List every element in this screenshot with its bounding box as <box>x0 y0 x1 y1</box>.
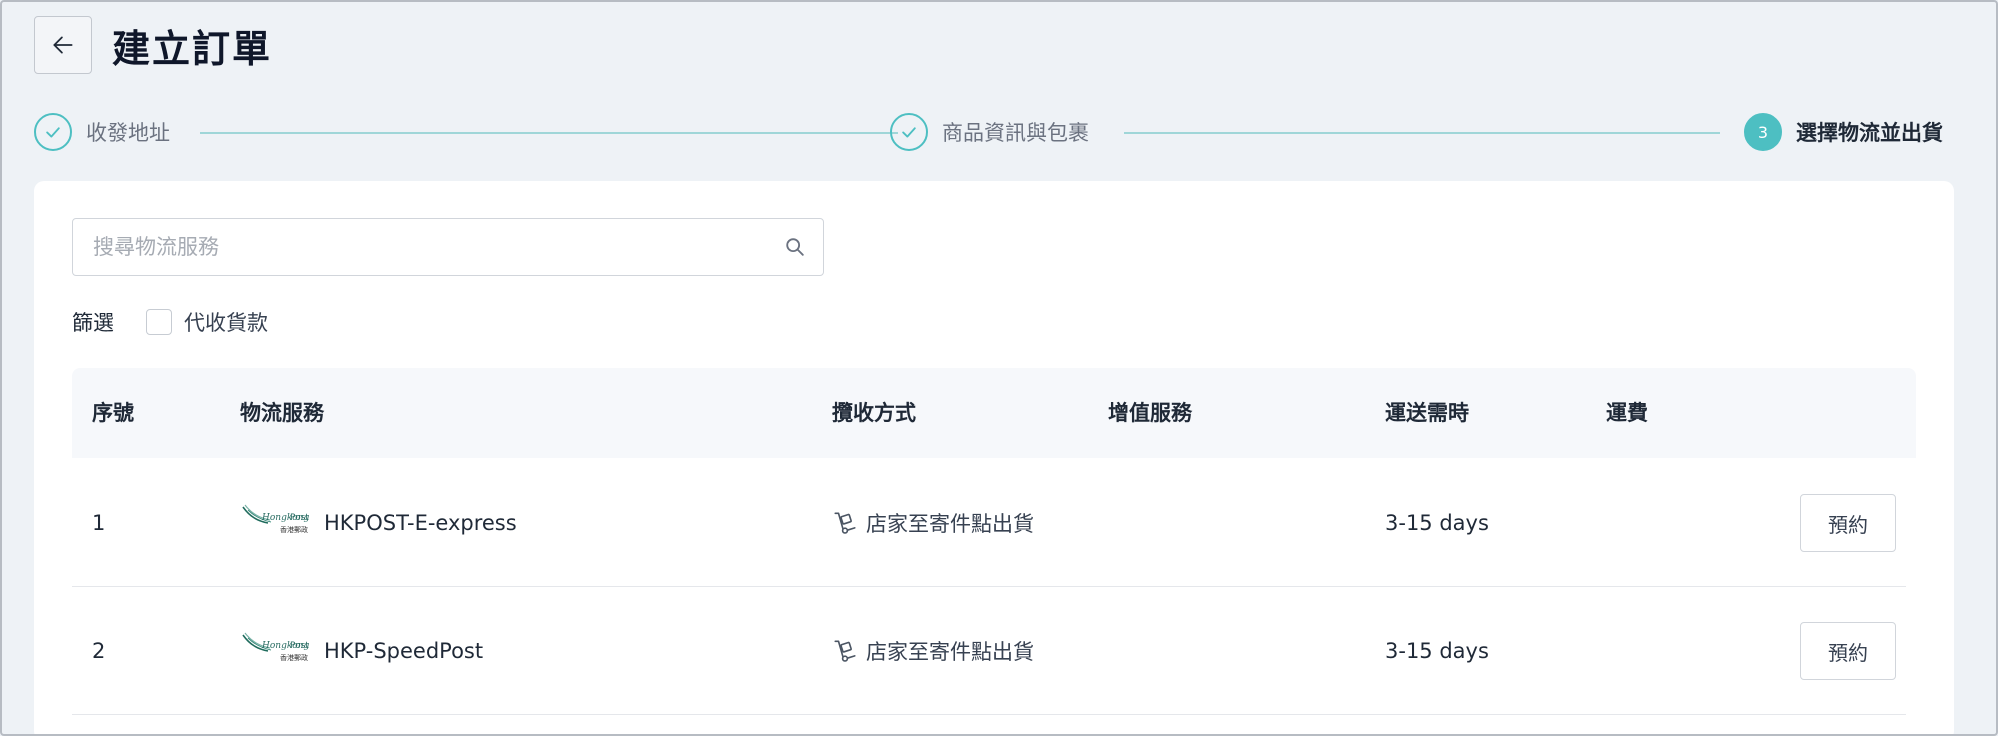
back-button[interactable] <box>34 16 92 74</box>
pickup-method: 店家至寄件點出貨 <box>866 640 1034 664</box>
svg-text:香港郵政: 香港郵政 <box>280 653 308 662</box>
duration-cell: 3-15 days <box>1385 639 1489 663</box>
step-connector <box>1124 132 1720 134</box>
service-cell: Hongkong Post 香港郵政 HKP-SpeedPost <box>240 587 483 715</box>
reserve-button[interactable]: 預約 <box>1800 494 1896 552</box>
pickup-method-cell: 店家至寄件點出貨 <box>832 459 1034 587</box>
service-name: HKP-SpeedPost <box>324 639 484 663</box>
search-box <box>72 218 824 276</box>
step-label: 收發地址 <box>86 121 170 145</box>
table-row: 2 Hongkong Post 香港郵政 HKP-SpeedPost 店家至寄件… <box>72 587 1906 715</box>
svg-text:Post: Post <box>290 513 309 523</box>
arrow-left-icon <box>53 36 73 54</box>
column-header-service: 物流服務 <box>240 401 324 425</box>
step-number: 3 <box>1744 113 1782 151</box>
step-label: 商品資訊與包裹 <box>942 121 1089 145</box>
step-label: 選擇物流並出貨 <box>1796 121 1943 145</box>
hongkong-post-logo: Hongkong Post 香港郵政 <box>242 632 309 662</box>
duration-cell: 3-15 days <box>1385 511 1489 535</box>
action-cell: 預約 <box>1800 587 1896 715</box>
action-cell: 預約 <box>1800 459 1896 587</box>
check-icon <box>890 113 928 151</box>
step-shipping[interactable]: 3 選擇物流並出貨 <box>1744 112 1943 152</box>
step-connector <box>200 132 898 134</box>
service-name: HKPOST-E-express <box>324 511 517 535</box>
reserve-button[interactable]: 預約 <box>1800 622 1896 680</box>
search-input[interactable] <box>73 219 767 275</box>
page-title: 建立訂單 <box>112 26 273 71</box>
table-row: 1 Hongkong Post 香港郵政 HKPOST-E-express 店家… <box>72 459 1906 587</box>
filter-row: 篩選 代收貨款 <box>72 306 268 338</box>
hongkong-post-logo: Hongkong Post 香港郵政 <box>242 504 309 534</box>
shipping-card: 篩選 代收貨款 序號 物流服務 攬收方式 增值服務 運送需時 運費 1 Hong… <box>34 181 1954 736</box>
step-address[interactable]: 收發地址 <box>34 112 170 152</box>
check-icon <box>34 113 72 151</box>
svg-text:Post: Post <box>290 641 309 651</box>
service-cell: Hongkong Post 香港郵政 HKPOST-E-express <box>240 459 517 587</box>
hand-truck-icon <box>832 638 858 664</box>
column-header-duration: 運送需時 <box>1385 401 1469 425</box>
column-header-value-added: 增值服務 <box>1108 401 1192 425</box>
table-header: 序號 物流服務 攬收方式 增值服務 運送需時 運費 <box>72 368 1916 458</box>
svg-text:香港郵政: 香港郵政 <box>280 525 308 534</box>
step-product-info[interactable]: 商品資訊與包裹 <box>890 112 1089 152</box>
cod-checkbox-label[interactable]: 代收貨款 <box>184 307 268 337</box>
column-header-pickup-method: 攬收方式 <box>832 401 916 425</box>
order-stepper: 收發地址 商品資訊與包裹 3 選擇物流並出貨 <box>34 112 1954 152</box>
search-icon[interactable] <box>767 236 823 258</box>
column-header-fee: 運費 <box>1606 401 1648 425</box>
hand-truck-icon <box>832 510 858 536</box>
row-index: 2 <box>92 639 106 663</box>
filter-label: 篩選 <box>72 311 114 335</box>
column-header-index: 序號 <box>92 401 134 425</box>
pickup-method: 店家至寄件點出貨 <box>866 512 1034 536</box>
cod-checkbox[interactable] <box>146 309 172 335</box>
page-header: 建立訂單 <box>34 16 272 74</box>
row-index: 1 <box>92 511 106 535</box>
pickup-method-cell: 店家至寄件點出貨 <box>832 587 1034 715</box>
